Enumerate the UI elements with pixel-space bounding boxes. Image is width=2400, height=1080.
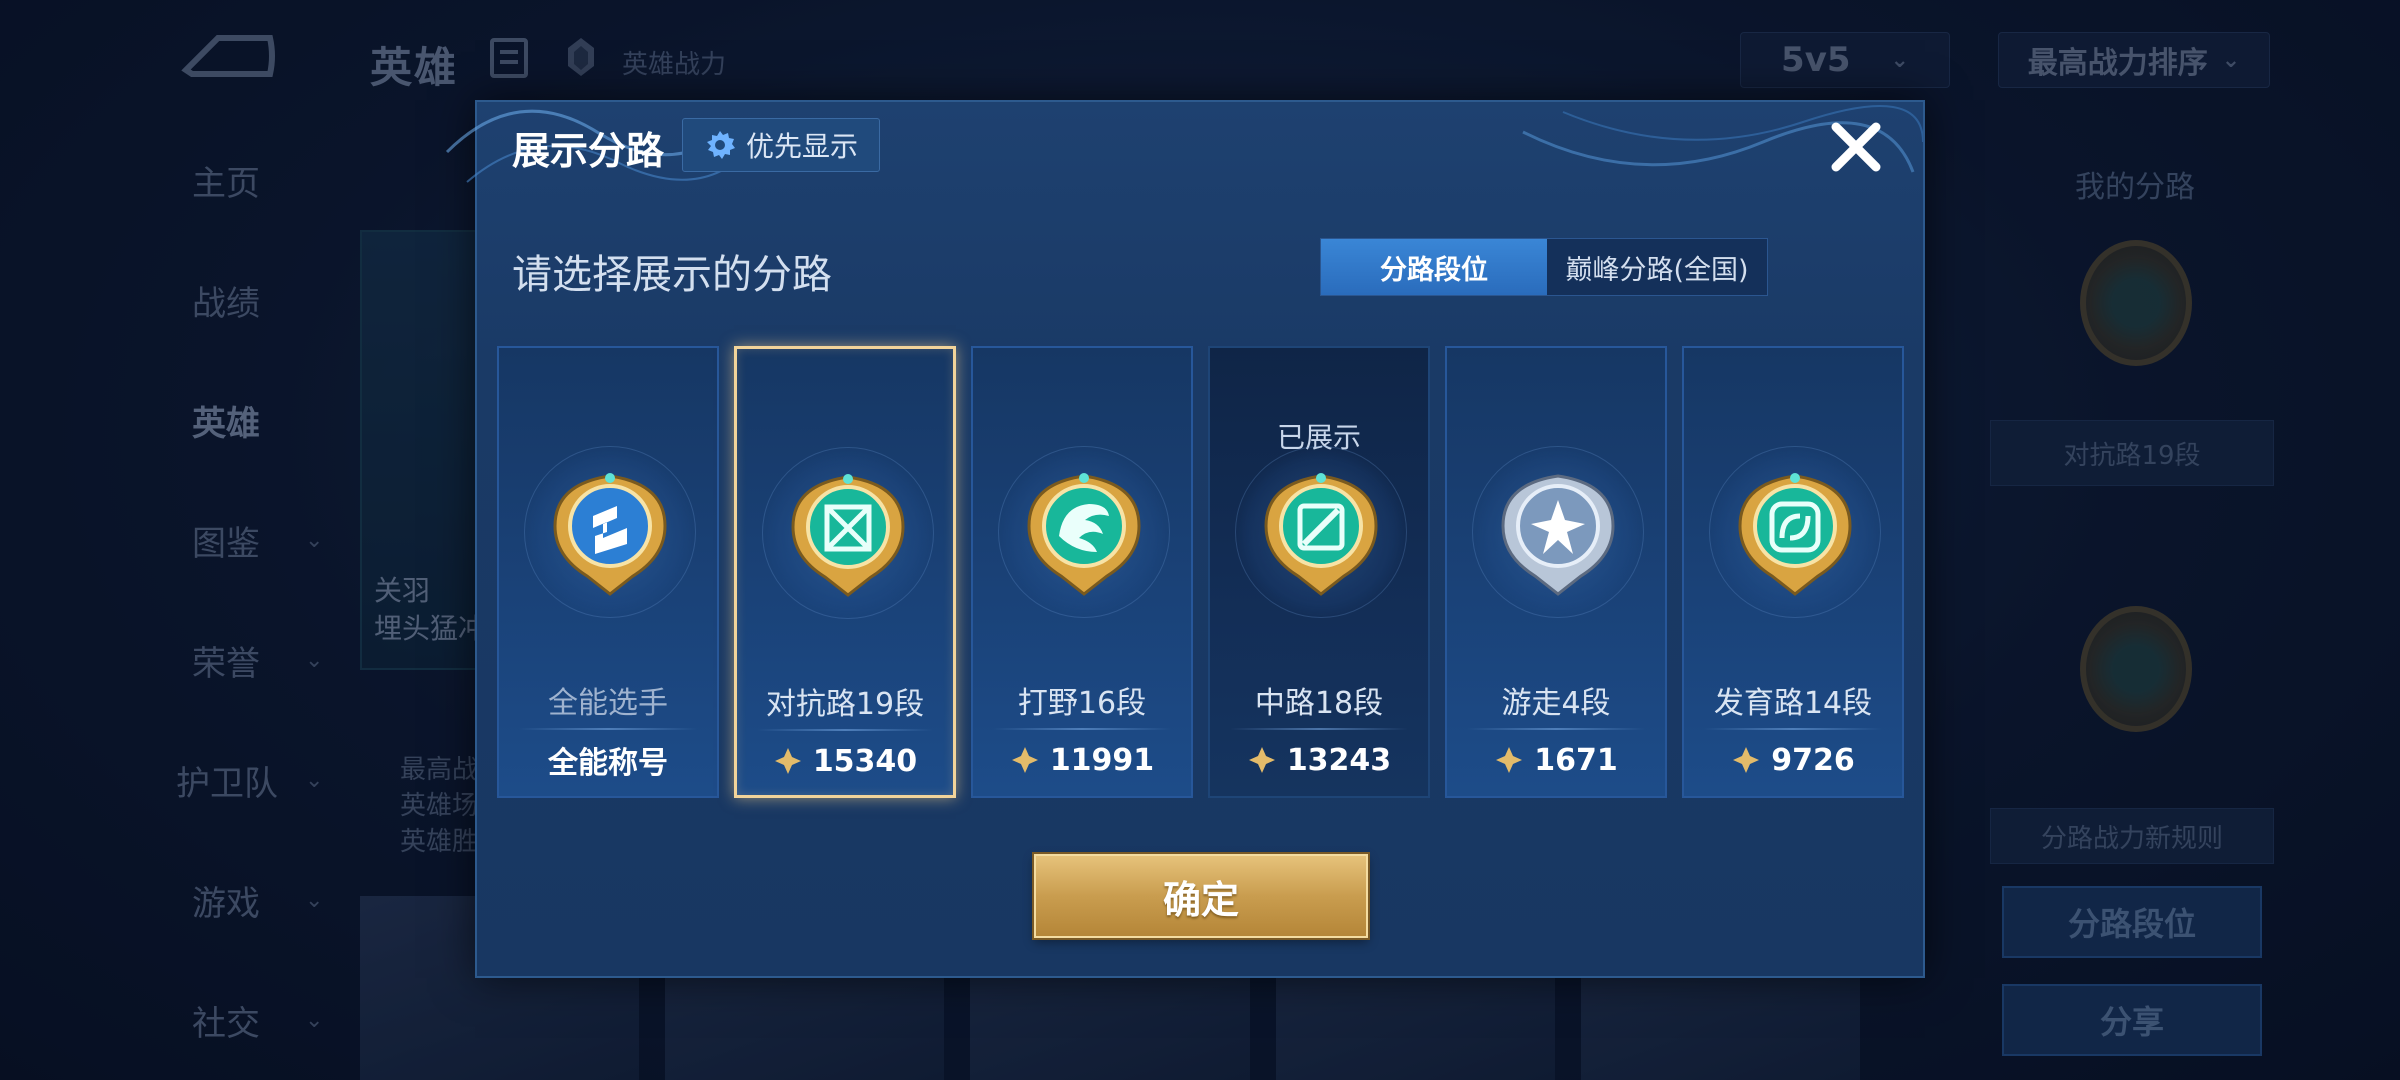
lane-score: 9726	[1684, 740, 1902, 780]
lane-card-roam[interactable]: 游走4段 1671	[1445, 346, 1667, 798]
all-round-badge-icon	[553, 473, 667, 596]
close-button[interactable]	[1821, 112, 1891, 182]
lane-score-value: 15340	[812, 743, 918, 779]
lane-card-farm[interactable]: 发育路14段 9726	[1682, 346, 1904, 798]
lane-card-list: 全能选手 全能称号 对抗路19段 15340 打野16段 11991 已展示 中…	[497, 346, 1907, 798]
lane-card-jungle[interactable]: 打野16段 11991	[971, 346, 1193, 798]
lane-role: 全能选手	[548, 686, 668, 721]
modal-header: 展示分路 优先显示	[477, 102, 1923, 192]
lane-score-value: 1671	[1534, 742, 1618, 778]
card-divider	[993, 728, 1171, 730]
mid-lane-badge-icon	[1264, 473, 1378, 596]
combat-power-icon	[1496, 747, 1523, 773]
card-divider	[1230, 728, 1408, 730]
lane-display-modal: 展示分路 优先显示 请选择展示的分路 分路段位 巅峰分路(全国) 全能选手 全能…	[445, 100, 1925, 978]
jungle-badge-icon	[1027, 473, 1141, 596]
lane-card-all-round[interactable]: 全能选手 全能称号	[497, 346, 719, 798]
card-divider	[757, 729, 933, 731]
lane-score: 11991	[973, 740, 1191, 780]
clash-lane-badge-icon	[791, 474, 905, 597]
close-icon	[1831, 122, 1881, 172]
lane-score-value: 全能称号	[548, 746, 668, 781]
tab-lane-rank[interactable]: 分路段位	[1321, 239, 1547, 295]
lane-score-value: 11991	[1049, 742, 1155, 778]
combat-power-icon	[1248, 747, 1275, 773]
lane-card-mid[interactable]: 已展示 中路18段 13243	[1208, 346, 1430, 798]
lane-score: 1671	[1447, 740, 1665, 780]
lane-score-value: 13243	[1286, 742, 1392, 778]
card-divider	[519, 728, 697, 730]
lane-score: 全能称号	[499, 740, 717, 781]
lane-score-value: 9726	[1771, 742, 1855, 778]
card-divider	[1704, 728, 1882, 730]
priority-display-label: 优先显示	[745, 130, 858, 163]
combat-power-icon	[774, 748, 801, 774]
lane-role: 发育路14段	[1713, 686, 1873, 721]
combat-power-icon	[1733, 747, 1760, 773]
lane-role: 游走4段	[1501, 686, 1611, 721]
tab-peak-lane[interactable]: 巅峰分路(全国)	[1547, 239, 1767, 295]
lane-role: 中路18段	[1254, 686, 1384, 721]
select-lane-heading: 请选择展示的分路	[512, 252, 832, 298]
combat-power-icon	[1011, 747, 1038, 773]
priority-display-button[interactable]: 优先显示	[682, 118, 880, 172]
lane-role: 对抗路19段	[765, 687, 925, 722]
roam-badge-icon	[1501, 474, 1615, 596]
lane-card-clash[interactable]: 对抗路19段 15340	[734, 346, 956, 798]
confirm-button[interactable]: 确定	[1034, 854, 1368, 938]
lane-tab-switcher: 分路段位 巅峰分路(全国)	[1320, 238, 1768, 296]
lane-role: 打野16段	[1017, 686, 1147, 721]
farm-lane-badge-icon	[1738, 473, 1852, 596]
lane-score: 13243	[1210, 740, 1428, 780]
card-divider	[1467, 728, 1645, 730]
modal-title: 展示分路	[512, 129, 665, 173]
lane-score: 15340	[737, 741, 953, 781]
gear-icon	[706, 131, 735, 159]
